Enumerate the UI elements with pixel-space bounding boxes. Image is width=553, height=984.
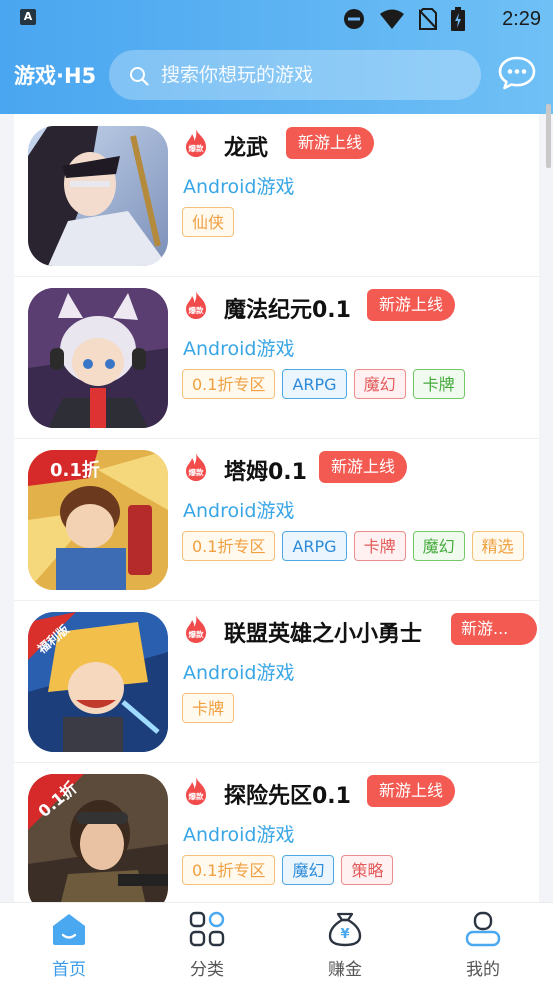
app-bar: 游戏·H5 搜索你想玩的游戏 [0,48,553,102]
game-platform: Android游戏 [183,176,295,198]
game-platform: Android游戏 [183,338,295,360]
search-input[interactable]: 搜索你想玩的游戏 [161,50,461,100]
tab-category[interactable]: 分类 [138,903,276,984]
hot-badge-label: 爆款 [189,629,204,639]
hot-badge-icon: 爆款 [186,777,206,805]
list-item[interactable]: 0.1折 爆款 塔姆0.1 新游上线 Android游戏 0.1折专区 ARPG… [14,438,539,590]
hot-badge-icon: 爆款 [186,615,206,643]
tag: 魔幻 [412,531,465,561]
tag: 卡牌 [412,369,465,399]
new-game-badge: 新游上线 [319,451,408,483]
tag-list: 0.1折专区 魔幻 策略 [182,855,394,885]
tab-label: 赚金 [328,960,362,980]
tag: 仙侠 [182,207,235,237]
game-cover-image[interactable] [28,288,168,428]
new-game-badge: 新游上线 [367,775,456,807]
system-icons [343,7,465,31]
new-game-badge: 新游上线 [286,127,375,159]
tag: 0.1折专区 [182,369,276,399]
status-bar: A 2:29 [0,0,553,40]
tab-label: 分类 [190,960,224,980]
list-item[interactable]: 爆款 龙武 新游上线 Android游戏 仙侠 [14,114,539,266]
battery-icon [451,7,465,31]
chat-bubble-icon[interactable] [498,56,536,90]
profile-icon [465,911,501,947]
tag: 魔幻 [282,855,335,885]
game-cover-image[interactable]: 0.1折 [28,450,168,590]
list-item[interactable]: 福利版 爆款 联盟英雄之小小勇士 新游... Android游戏 卡牌 [14,600,539,752]
new-game-badge: 新游上线 [367,289,456,321]
tab-label: 首页 [52,960,86,980]
tab-label: 我的 [466,960,500,980]
tag: ARPG [282,369,347,399]
hot-badge-label: 爆款 [189,305,204,315]
game-cover-image[interactable] [28,126,168,266]
tab-home[interactable]: 首页 [0,903,138,984]
game-platform: Android游戏 [183,662,295,684]
game-title: 龙武 [224,136,269,161]
tag: 精选 [471,531,524,561]
status-time: 2:29 [502,8,541,30]
tag: 策略 [341,855,394,885]
hot-badge-label: 爆款 [189,143,204,153]
tag: 卡牌 [182,693,235,723]
tag-list: 0.1折专区 ARPG 魔幻 卡牌 [182,369,465,399]
hot-badge-icon: 爆款 [186,129,206,157]
hot-badge-icon: 爆款 [186,291,206,319]
hot-badge-label: 爆款 [189,791,204,801]
tag-list: 仙侠 [182,207,235,237]
no-sim-icon [419,8,437,30]
search-icon [130,67,149,86]
game-cover-image[interactable]: 0.1折 [28,774,168,902]
grid-icon [189,911,225,947]
money-bag-icon: ¥ [328,912,362,947]
tag: 0.1折专区 [182,531,276,561]
tab-earn[interactable]: ¥ 赚金 [276,903,414,984]
do-not-disturb-icon [344,9,364,29]
game-title: 探险先区0.1 [224,784,351,809]
game-cover-image[interactable]: 福利版 [28,612,168,752]
game-title: 魔法纪元0.1 [224,298,351,323]
game-platform: Android游戏 [183,500,295,522]
home-icon [53,914,85,945]
tag: 魔幻 [353,369,406,399]
wifi-icon [380,9,404,29]
tag: 0.1折专区 [182,855,276,885]
tag-list: 卡牌 [182,693,235,723]
hot-badge-label: 爆款 [189,467,204,477]
hot-badge-icon: 爆款 [186,453,206,481]
scrollbar[interactable] [546,104,551,168]
new-game-badge: 新游... [451,613,537,645]
cover-label: 0.1折 [50,459,100,481]
tag: 卡牌 [353,531,406,561]
tag-list: 0.1折专区 ARPG 卡牌 魔幻 精选 [182,531,524,561]
tab-profile[interactable]: 我的 [414,903,552,984]
game-title: 塔姆0.1 [224,460,307,485]
tag: ARPG [282,531,347,561]
game-platform: Android游戏 [183,824,295,846]
game-list: 爆款 龙武 新游上线 Android游戏 仙侠 爆款 魔法纪元0.1 新游上线 … [14,114,539,902]
list-item[interactable]: 0.1折 爆款 探险先区0.1 新游上线 Android游戏 0.1折专区 魔幻… [14,762,539,902]
app-notification-icon: A [20,9,36,25]
search-bar[interactable]: 搜索你想玩的游戏 [109,50,481,100]
list-item[interactable]: 爆款 魔法纪元0.1 新游上线 Android游戏 0.1折专区 ARPG 魔幻… [14,276,539,428]
game-title: 联盟英雄之小小勇士 [224,622,423,647]
svg-text:¥: ¥ [340,927,349,942]
bottom-tab-bar: 首页 分类 ¥ 赚金 我的 [0,902,553,984]
brand-title[interactable]: 游戏·H5 [14,60,96,90]
